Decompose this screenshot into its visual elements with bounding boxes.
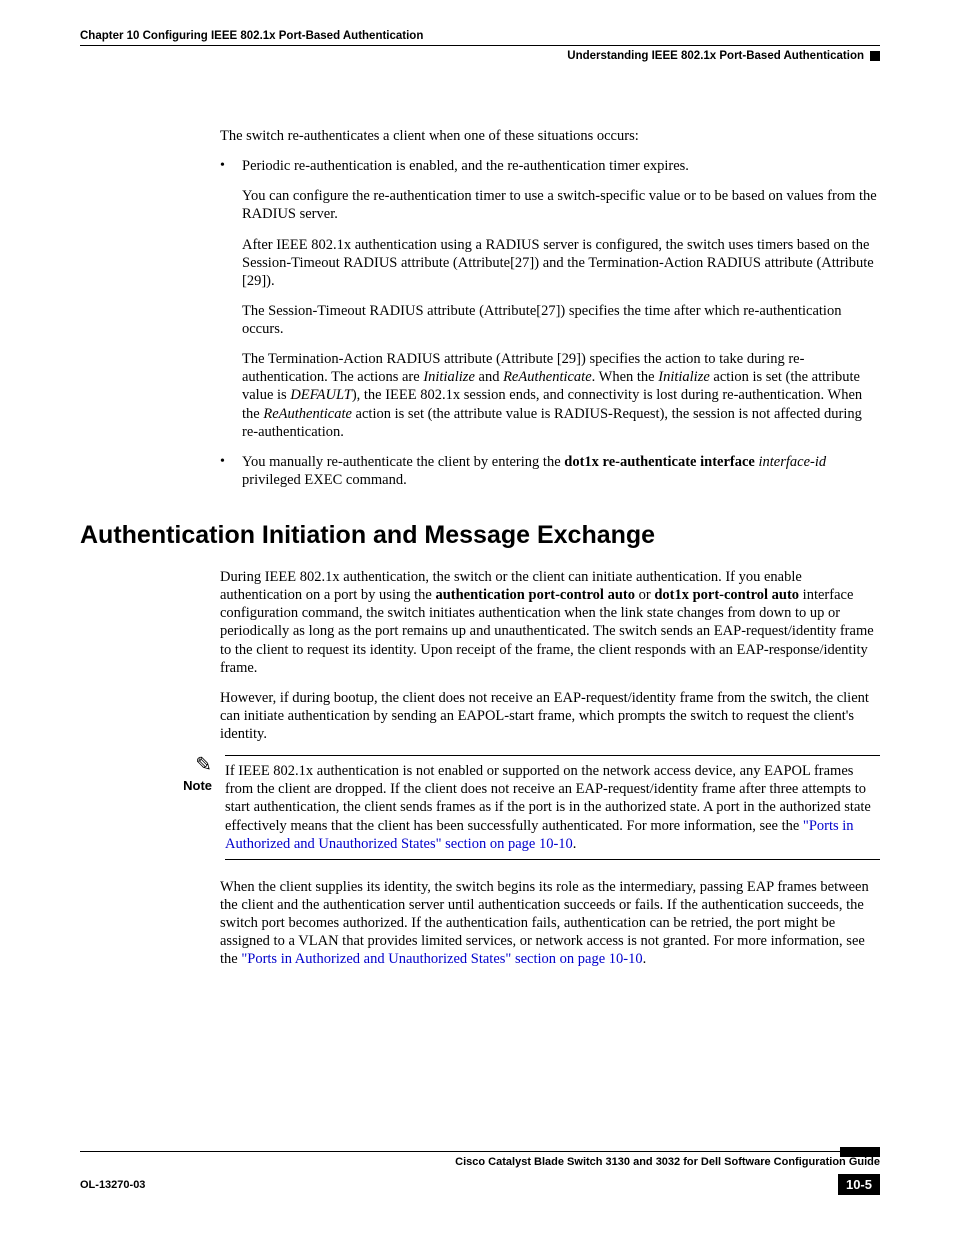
paragraph: The switch re-authenticates a client whe… bbox=[220, 127, 880, 145]
note-block: ✎ Note If IEEE 802.1x authentication is … bbox=[220, 755, 880, 860]
list-item: • You manually re-authenticate the clien… bbox=[220, 453, 880, 489]
note-text: If IEEE 802.1x authentication is not ena… bbox=[225, 755, 880, 860]
page-footer: Cisco Catalyst Blade Switch 3130 and 303… bbox=[80, 1151, 880, 1195]
list-text: You manually re-authenticate the client … bbox=[242, 453, 880, 489]
bullet-icon: • bbox=[220, 157, 242, 175]
footer-mark bbox=[840, 1147, 880, 1157]
page-number: 10-5 bbox=[838, 1174, 880, 1195]
section-header: Understanding IEEE 802.1x Port-Based Aut… bbox=[80, 50, 880, 62]
footer-guide-title: Cisco Catalyst Blade Switch 3130 and 303… bbox=[80, 1156, 880, 1168]
paragraph: The Session-Timeout RADIUS attribute (At… bbox=[242, 302, 880, 338]
heading-2: Authentication Initiation and Message Ex… bbox=[80, 521, 880, 550]
list-text: Periodic re-authentication is enabled, a… bbox=[242, 157, 880, 175]
paragraph: You can configure the re-authentication … bbox=[242, 187, 880, 223]
paragraph: During IEEE 802.1x authentication, the s… bbox=[220, 568, 880, 677]
section-title: Understanding IEEE 802.1x Port-Based Aut… bbox=[567, 50, 864, 62]
pencil-icon: ✎ bbox=[162, 755, 212, 775]
list-item: • Periodic re-authentication is enabled,… bbox=[220, 157, 880, 175]
bullet-icon: • bbox=[220, 453, 242, 489]
cross-ref-link[interactable]: "Ports in Authorized and Unauthorized St… bbox=[241, 951, 642, 967]
running-header: Chapter 10 Configuring IEEE 802.1x Port-… bbox=[80, 30, 880, 46]
header-mark bbox=[870, 51, 880, 61]
doc-id: OL-13270-03 bbox=[80, 1179, 145, 1191]
paragraph: However, if during bootup, the client do… bbox=[220, 689, 880, 743]
note-label: Note bbox=[183, 778, 212, 793]
paragraph: When the client supplies its identity, t… bbox=[220, 878, 880, 969]
paragraph: The Termination-Action RADIUS attribute … bbox=[242, 350, 880, 441]
paragraph: After IEEE 802.1x authentication using a… bbox=[242, 236, 880, 290]
